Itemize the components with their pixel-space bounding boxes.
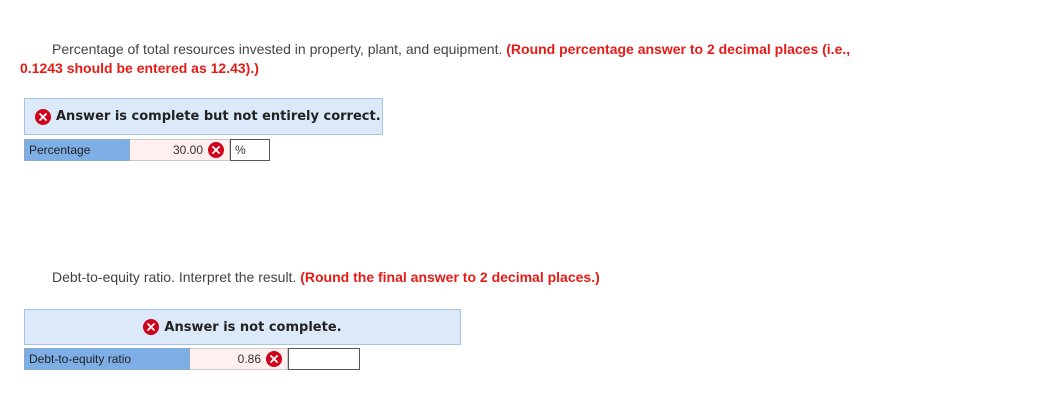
percentage-label: Percentage — [24, 139, 130, 161]
question-1-instruction: (Round percentage answer to 2 decimal pl… — [506, 41, 851, 57]
x-circle-icon — [208, 142, 224, 158]
question-1-status-text: Answer is complete but not entirely corr… — [56, 109, 381, 124]
question-2-prompt: Debt-to-equity ratio. Interpret the resu… — [52, 268, 600, 286]
percentage-unit: % — [230, 139, 270, 161]
debt-to-equity-answer-value: 0.86 — [237, 352, 261, 366]
question-1-instruction-continued: 0.1243 should be entered as 12.43).) — [20, 60, 259, 76]
x-circle-icon — [35, 108, 51, 125]
percentage-answer-input[interactable]: 30.00 — [130, 139, 230, 161]
question-2-answer-row: Debt-to-equity ratio 0.86 — [24, 348, 360, 370]
debt-to-equity-unit-input[interactable] — [288, 348, 360, 370]
debt-to-equity-answer-input[interactable]: 0.86 — [190, 348, 288, 370]
question-1-prompt: Percentage of total resources invested i… — [52, 40, 850, 58]
question-2-status-text: Answer is not complete. — [164, 319, 342, 335]
question-2-instruction: (Round the final answer to 2 decimal pla… — [300, 269, 600, 285]
question-1-prompt-text: Percentage of total resources invested i… — [52, 41, 503, 57]
percentage-answer-value: 30.00 — [172, 143, 203, 157]
x-circle-icon — [143, 319, 160, 335]
question-1-status-banner: Answer is complete but not entirely corr… — [24, 98, 383, 135]
question-2-prompt-text: Debt-to-equity ratio. Interpret the resu… — [52, 269, 297, 285]
debt-to-equity-label: Debt-to-equity ratio — [24, 348, 190, 370]
question-1-answer-row: Percentage 30.00 % — [24, 139, 270, 161]
x-circle-icon — [266, 351, 282, 367]
question-2-status-banner: Answer is not complete. — [24, 309, 461, 345]
